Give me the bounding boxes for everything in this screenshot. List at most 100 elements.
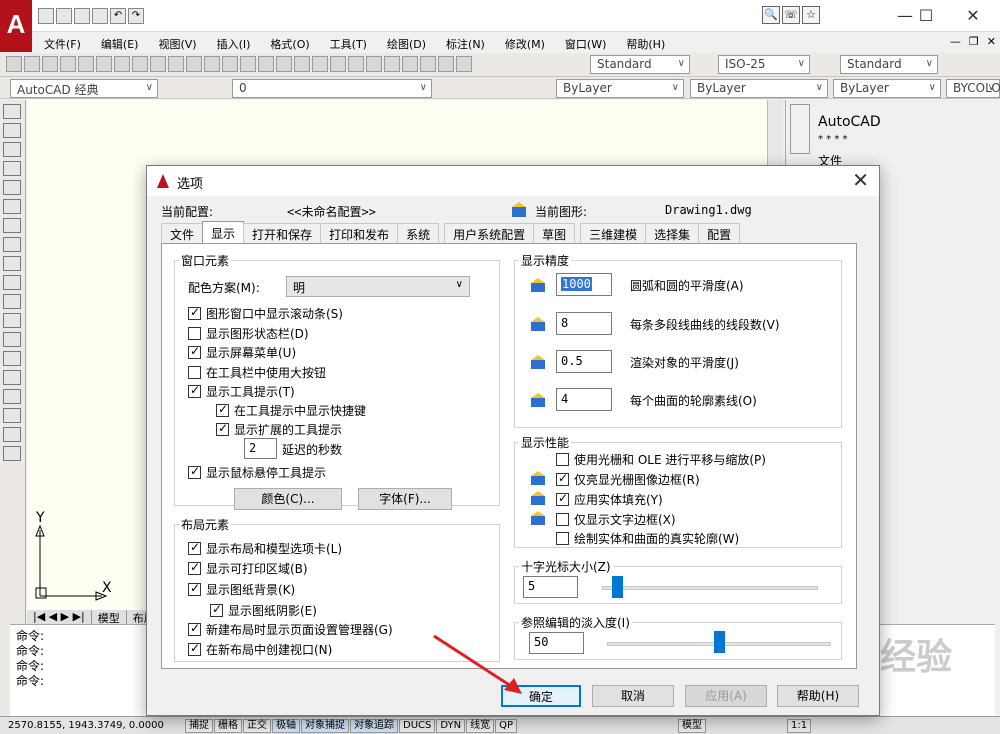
tab-user-preferences[interactable]: 用户系统配置 [444,223,535,243]
menu-window[interactable]: 窗口(W) [553,33,614,53]
print-icon[interactable] [92,8,108,24]
show-paper-shadow-checkbox[interactable]: 显示图纸阴影(E) [210,602,317,619]
tab-files[interactable]: 文件 [161,223,204,243]
snap-toggle[interactable]: 捕捉 [185,718,213,733]
spline-icon[interactable] [3,256,21,271]
redo-toolbar-icon[interactable] [240,56,256,72]
communication-icon[interactable]: ☏ [782,6,800,24]
tab-display[interactable]: 显示 [202,221,245,243]
doc-close-icon[interactable]: ✕ [987,35,996,48]
dialog-close-icon[interactable]: ✕ [852,168,869,192]
ortho-toggle[interactable]: 正交 [243,718,271,733]
tab-selection[interactable]: 选择集 [645,223,700,243]
grid-toggle[interactable]: 栅格 [214,718,242,733]
color-scheme-select[interactable]: 明 ∨ [286,276,470,297]
menu-view[interactable]: 视图(V) [146,33,204,53]
construction-line-icon[interactable] [3,123,21,138]
hatch-icon[interactable] [3,370,21,385]
layer-combo[interactable]: 0 [232,79,432,98]
autocad-logo[interactable]: A [0,0,32,52]
highlight-raster-frame-checkbox[interactable]: 仅亮显光栅图像边框(R) [556,471,700,488]
menu-modify[interactable]: 修改(M) [493,33,553,53]
tab-nav-arrows[interactable]: |◀ ◀ ▶ ▶| [27,610,92,624]
show-paper-background-checkbox[interactable]: 显示图纸背景(K) [188,581,295,598]
workspace-combo[interactable]: AutoCAD 经典 [10,79,158,98]
plotstyle-combo[interactable]: BYCOLOR [946,79,1000,98]
menu-dimension[interactable]: 标注(N) [434,33,493,53]
insert-block-icon[interactable] [3,313,21,328]
copy-icon[interactable] [150,56,166,72]
make-block-icon[interactable] [3,332,21,347]
menu-tools[interactable]: 工具(T) [318,33,375,53]
zoom-realtime-icon[interactable] [276,56,292,72]
show-scrollbars-checkbox[interactable]: 图形窗口中显示滚动条(S) [188,305,343,322]
new-icon[interactable] [38,8,54,24]
menu-format[interactable]: 格式(O) [258,33,317,53]
multiline-text-icon[interactable] [3,446,21,461]
fonts-button[interactable]: 字体(F)... [358,488,452,510]
markup-icon[interactable] [402,56,418,72]
tab-open-save[interactable]: 打开和保存 [243,223,322,243]
polyline-segments-input[interactable]: 8 [556,312,612,335]
match-properties-icon[interactable] [186,56,202,72]
polyline-icon[interactable] [3,142,21,157]
apply-solid-fill-checkbox[interactable]: 应用实体填充(Y) [556,491,663,508]
arc-icon[interactable] [3,199,21,214]
ellipse-arc-icon[interactable] [3,294,21,309]
ducs-toggle[interactable]: DUCS [399,718,436,733]
show-extended-tooltips-checkbox[interactable]: 显示扩展的工具提示 [216,421,342,438]
undo-icon[interactable]: ↶ [110,8,126,24]
new-file-icon[interactable] [6,56,22,72]
menu-draw[interactable]: 绘图(D) [375,33,434,53]
tooltip-delay-input[interactable]: 2 [244,438,277,459]
zoom-window-icon[interactable] [294,56,310,72]
text-style-combo[interactable]: Standard [590,55,690,74]
show-drawing-status-bar-checkbox[interactable]: 显示图形状态栏(D) [188,325,309,342]
text-boundary-checkbox[interactable]: 仅显示文字边框(X) [556,511,676,528]
show-tooltips-checkbox[interactable]: 显示工具提示(T) [188,383,295,400]
publish-icon[interactable] [96,56,112,72]
zoom-previous-icon[interactable] [312,56,328,72]
arc-smoothness-input[interactable]: 1000 [556,273,612,296]
large-buttons-checkbox[interactable]: 在工具栏中使用大按钮 [188,364,326,381]
dyn-toggle[interactable]: DYN [436,718,466,733]
menu-file[interactable]: 文件(F) [32,33,89,53]
contour-lines-input[interactable]: 4 [556,388,612,411]
region-icon[interactable] [3,408,21,423]
close-window-icon[interactable]: ✕ [950,4,996,28]
revcloud-icon[interactable] [3,237,21,252]
crosshair-slider-track[interactable] [602,586,818,590]
show-screen-menu-checkbox[interactable]: 显示屏幕菜单(U) [188,344,296,361]
crosshair-size-input[interactable]: 5 [523,576,578,598]
favorites-icon[interactable]: ☆ [802,6,820,24]
point-icon[interactable] [3,351,21,366]
dim-style-combo[interactable]: ISO-25 [718,55,810,74]
plot-preview-icon[interactable] [78,56,94,72]
polygon-icon[interactable] [3,161,21,176]
help-icon[interactable] [438,56,454,72]
rollover-tooltips-checkbox[interactable]: 显示鼠标悬停工具提示 [188,464,326,481]
3d-dwf-icon[interactable] [114,56,130,72]
tab-system[interactable]: 系统 [397,223,440,243]
pan-icon[interactable] [258,56,274,72]
show-printable-area-checkbox[interactable]: 显示可打印区域(B) [188,560,308,577]
page-setup-manager-checkbox[interactable]: 新建布局时显示页面设置管理器(G) [188,621,393,638]
table-style-combo[interactable]: Standard [840,55,938,74]
redo-icon[interactable]: ↷ [128,8,144,24]
rectangle-icon[interactable] [3,180,21,195]
cancel-button[interactable]: 取消 [592,685,674,707]
block-editor-icon[interactable] [204,56,220,72]
tool-palettes-icon[interactable] [366,56,382,72]
search-icon[interactable]: 🔍 [762,6,780,24]
table-icon[interactable] [3,427,21,442]
colors-button[interactable]: 颜色(C)... [234,488,342,510]
xref-fade-input[interactable]: 50 [529,632,584,654]
tab-3d-modeling[interactable]: 三维建模 [580,223,647,243]
help-button[interactable]: 帮助(H) [777,685,859,707]
true-silhouettes-checkbox[interactable]: 绘制实体和曲面的真实轮廓(W) [556,530,739,547]
open-file-icon[interactable] [24,56,40,72]
gradient-icon[interactable] [3,389,21,404]
circle-icon[interactable] [3,218,21,233]
raster-ole-pan-checkbox[interactable]: 使用光栅和 OLE 进行平移与缩放(P) [556,451,766,468]
crosshair-slider-thumb[interactable] [612,576,624,598]
